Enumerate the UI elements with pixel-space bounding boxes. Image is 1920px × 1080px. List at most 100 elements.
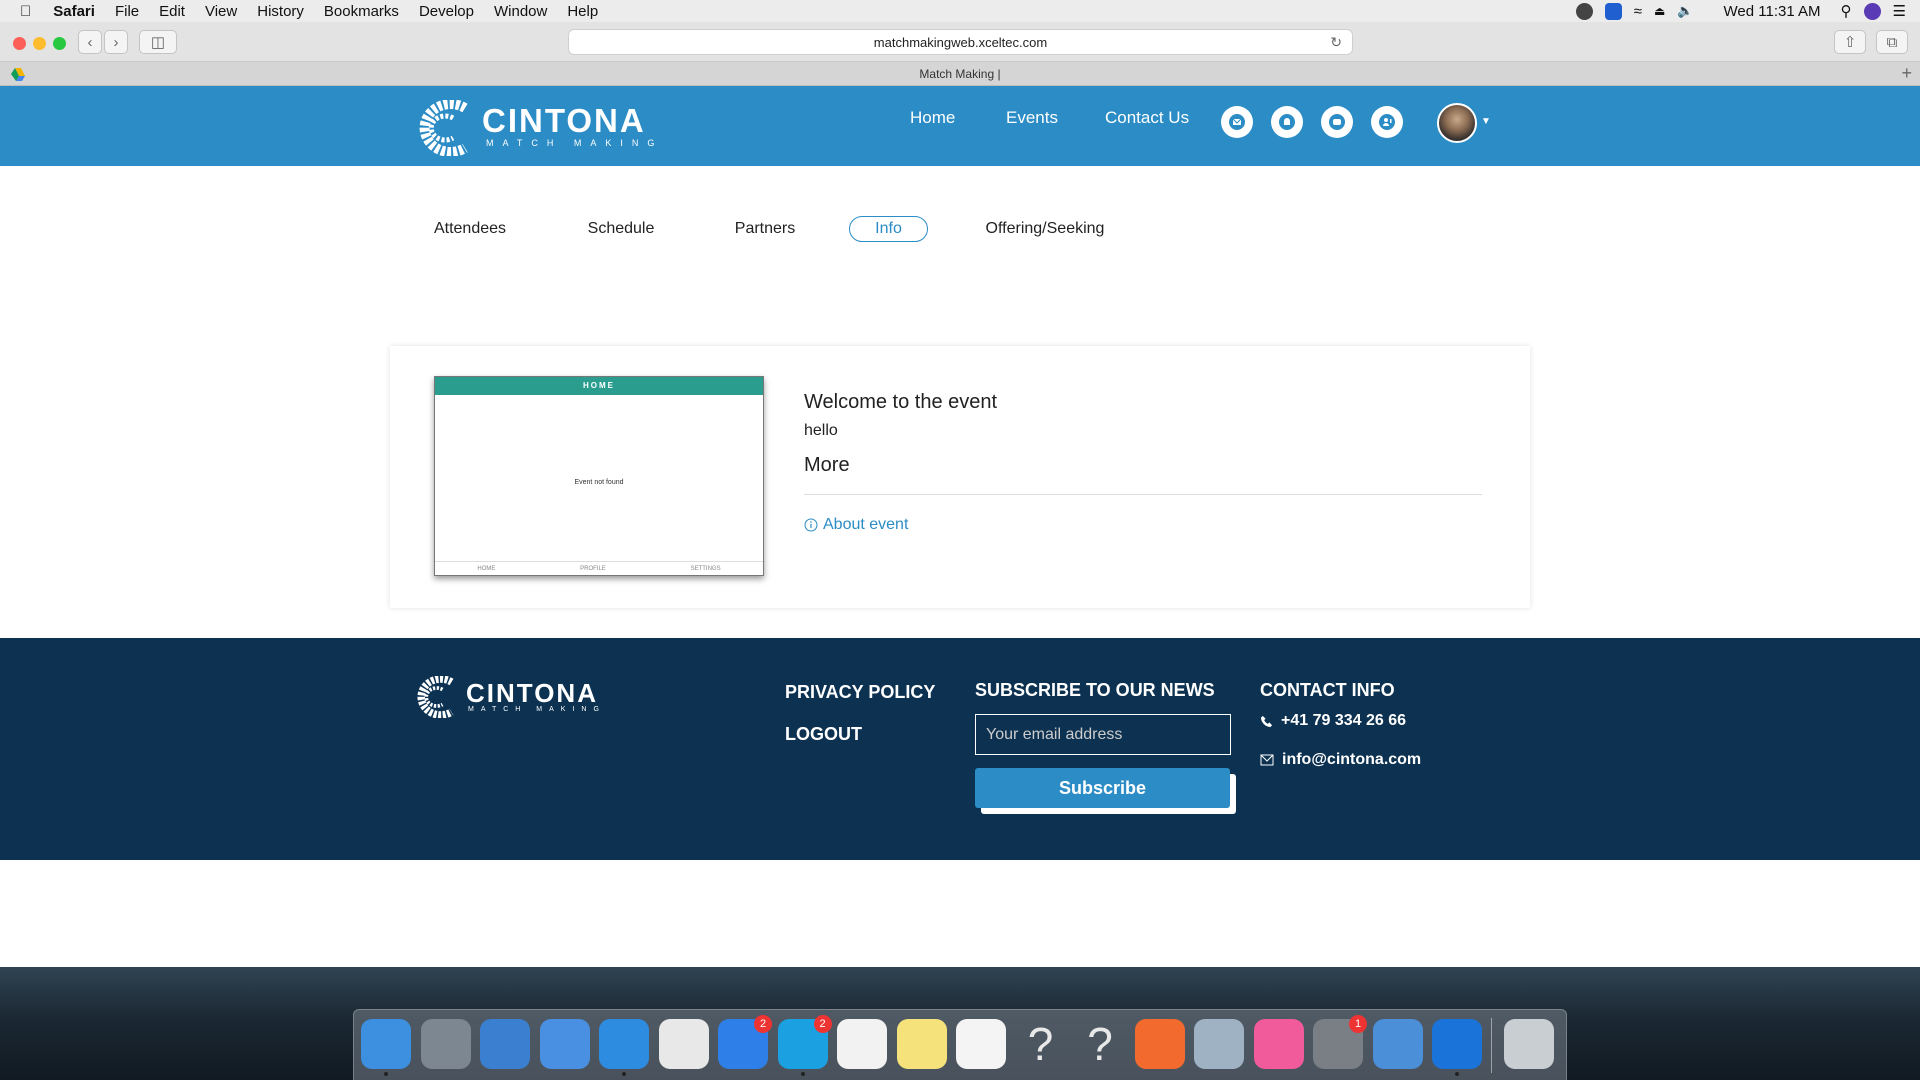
tab-attendees[interactable]: Attendees xyxy=(425,216,515,242)
dock-badge: 2 xyxy=(754,1015,772,1033)
site-footer: CINTONA MATCH MAKING PRIVACY POLICY LOGO… xyxy=(0,638,1920,860)
notifications-button[interactable] xyxy=(1271,106,1303,138)
thumb-tab-profile: PROFILE xyxy=(580,565,606,572)
forward-button[interactable]: › xyxy=(104,30,128,54)
running-indicator xyxy=(384,1072,388,1076)
notification-center-icon[interactable]: ☰ xyxy=(1893,2,1906,20)
sidebar-icon: ◫ xyxy=(150,34,166,51)
app-store-icon[interactable]: 2 xyxy=(718,1015,772,1069)
envelope-icon xyxy=(1229,114,1245,130)
about-event-link[interactable]: About event xyxy=(804,516,908,534)
address-text: matchmakingweb.xceltec.com xyxy=(873,34,1048,50)
skype-icon[interactable]: 2 xyxy=(777,1015,832,1076)
menu-develop[interactable]: Develop xyxy=(419,3,474,20)
zoom-window-button[interactable] xyxy=(53,37,66,50)
close-window-button[interactable] xyxy=(13,37,26,50)
xcode-icon[interactable] xyxy=(480,1019,530,1069)
eject-icon[interactable]: ⏏ xyxy=(1654,4,1665,18)
unknown-app-1-icon[interactable]: ? xyxy=(1016,1019,1066,1069)
teamviewer-status-icon[interactable] xyxy=(1604,2,1622,20)
menu-help[interactable]: Help xyxy=(567,3,598,20)
volume-icon[interactable]: 🔈 xyxy=(1677,3,1693,19)
finder-icon[interactable] xyxy=(361,1019,411,1076)
tab-partners[interactable]: Partners xyxy=(728,216,802,242)
info-circle-icon xyxy=(804,518,818,532)
clock[interactable]: Wed 11:31 AM xyxy=(1724,3,1821,20)
running-indicator xyxy=(1455,1072,1459,1076)
unknown-app-2-icon[interactable]: ? xyxy=(1075,1019,1125,1069)
subscribe-button[interactable]: Subscribe xyxy=(975,768,1230,808)
contact-phone[interactable]: +41 79 334 26 66 xyxy=(1260,712,1406,730)
menu-bookmarks[interactable]: Bookmarks xyxy=(324,3,399,20)
menu-app-name[interactable]: Safari xyxy=(53,3,95,20)
messages-button[interactable] xyxy=(1221,106,1253,138)
sidebar-button[interactable]: ◫ xyxy=(139,30,177,54)
system-preferences-icon[interactable]: 1 xyxy=(1313,1015,1367,1069)
meetings-button[interactable] xyxy=(1371,106,1403,138)
tab-schedule[interactable]: Schedule xyxy=(578,216,664,242)
brand-tagline: MATCH MAKING xyxy=(486,138,664,148)
footer-brand-tagline: MATCH MAKING xyxy=(468,706,606,713)
address-bar[interactable]: matchmakingweb.xceltec.com ↻ xyxy=(568,29,1353,55)
nav-events[interactable]: Events xyxy=(1006,108,1058,128)
brand-name[interactable]: CINTONA xyxy=(482,102,646,140)
running-indicator xyxy=(800,1072,805,1076)
safari-icon[interactable] xyxy=(599,1019,649,1076)
divider xyxy=(804,494,1482,495)
sketch-pen-icon[interactable] xyxy=(1134,1019,1185,1069)
new-tab-button[interactable]: + xyxy=(1901,63,1912,84)
browser-toolbar: ‹ › ◫ matchmakingweb.xceltec.com ↻ ⇧ ⧉ xyxy=(0,22,1920,62)
chevron-down-icon[interactable]: ▼ xyxy=(1481,116,1491,127)
cintona-logo-icon[interactable] xyxy=(405,100,481,156)
minimize-window-button[interactable] xyxy=(33,37,46,50)
trash-icon[interactable] xyxy=(1504,1019,1554,1069)
nav-home[interactable]: Home xyxy=(910,108,955,128)
mail-app-icon[interactable] xyxy=(1372,1019,1423,1069)
tabs-icon: ⧉ xyxy=(1886,33,1898,51)
footer-brand-name: CINTONA xyxy=(466,678,598,708)
google-drive-icon xyxy=(11,68,25,81)
thumb-tab-bar: HOME PROFILE SETTINGS xyxy=(435,561,763,575)
bell-icon xyxy=(1279,114,1295,130)
tab-info[interactable]: Info xyxy=(849,216,928,242)
dock-separator xyxy=(1491,1018,1492,1073)
menu-file[interactable]: File xyxy=(115,3,139,20)
tab-offering-seeking[interactable]: Offering/Seeking xyxy=(978,216,1112,242)
notes-icon[interactable] xyxy=(896,1019,947,1069)
spotlight-icon[interactable]: ⚲ xyxy=(1841,2,1852,20)
privacy-policy-link[interactable]: PRIVACY POLICY xyxy=(785,682,935,703)
menu-view[interactable]: View xyxy=(205,3,237,20)
contact-email[interactable]: info@cintona.com xyxy=(1260,751,1421,769)
menu-history[interactable]: History xyxy=(257,3,304,20)
reload-icon[interactable]: ↻ xyxy=(1330,34,1342,51)
status-app-icon[interactable] xyxy=(1575,2,1593,20)
tabs-overview-button[interactable]: ⧉ xyxy=(1876,30,1908,54)
tab-title[interactable]: Match Making | xyxy=(919,67,1000,81)
back-button[interactable]: ‹ xyxy=(78,30,102,54)
thumb-message: Event not found xyxy=(574,479,624,486)
webstorm-icon[interactable] xyxy=(837,1019,887,1069)
menu-edit[interactable]: Edit xyxy=(159,3,185,20)
siri-icon[interactable] xyxy=(1863,2,1881,20)
logout-link[interactable]: LOGOUT xyxy=(785,724,862,745)
share-button[interactable]: ⇧ xyxy=(1834,30,1866,54)
chrome-icon[interactable] xyxy=(658,1019,709,1069)
wifi-icon[interactable]: ≈ xyxy=(1634,3,1642,20)
site-header: CINTONA MATCH MAKING Home Events Contact… xyxy=(0,86,1920,166)
menu-bar:  Safari File Edit View History Bookmark… xyxy=(0,0,1920,22)
email-input[interactable]: Your email address xyxy=(975,714,1231,755)
simulator-icon[interactable] xyxy=(539,1019,590,1069)
footer-logo-icon[interactable] xyxy=(405,676,465,718)
teamviewer-icon[interactable] xyxy=(1432,1019,1482,1076)
menu-window[interactable]: Window xyxy=(494,3,547,20)
preview-icon[interactable] xyxy=(1194,1019,1244,1069)
apple-icon[interactable]:  xyxy=(20,3,31,20)
share-icon: ⇧ xyxy=(1843,34,1857,51)
textedit-icon[interactable] xyxy=(956,1019,1006,1069)
chat-button[interactable] xyxy=(1321,106,1353,138)
nav-contact-us[interactable]: Contact Us xyxy=(1105,108,1189,128)
itunes-icon[interactable] xyxy=(1253,1019,1304,1069)
thumb-header: HOME xyxy=(435,377,763,395)
launchpad-icon[interactable] xyxy=(420,1019,471,1069)
user-avatar[interactable] xyxy=(1437,103,1477,143)
